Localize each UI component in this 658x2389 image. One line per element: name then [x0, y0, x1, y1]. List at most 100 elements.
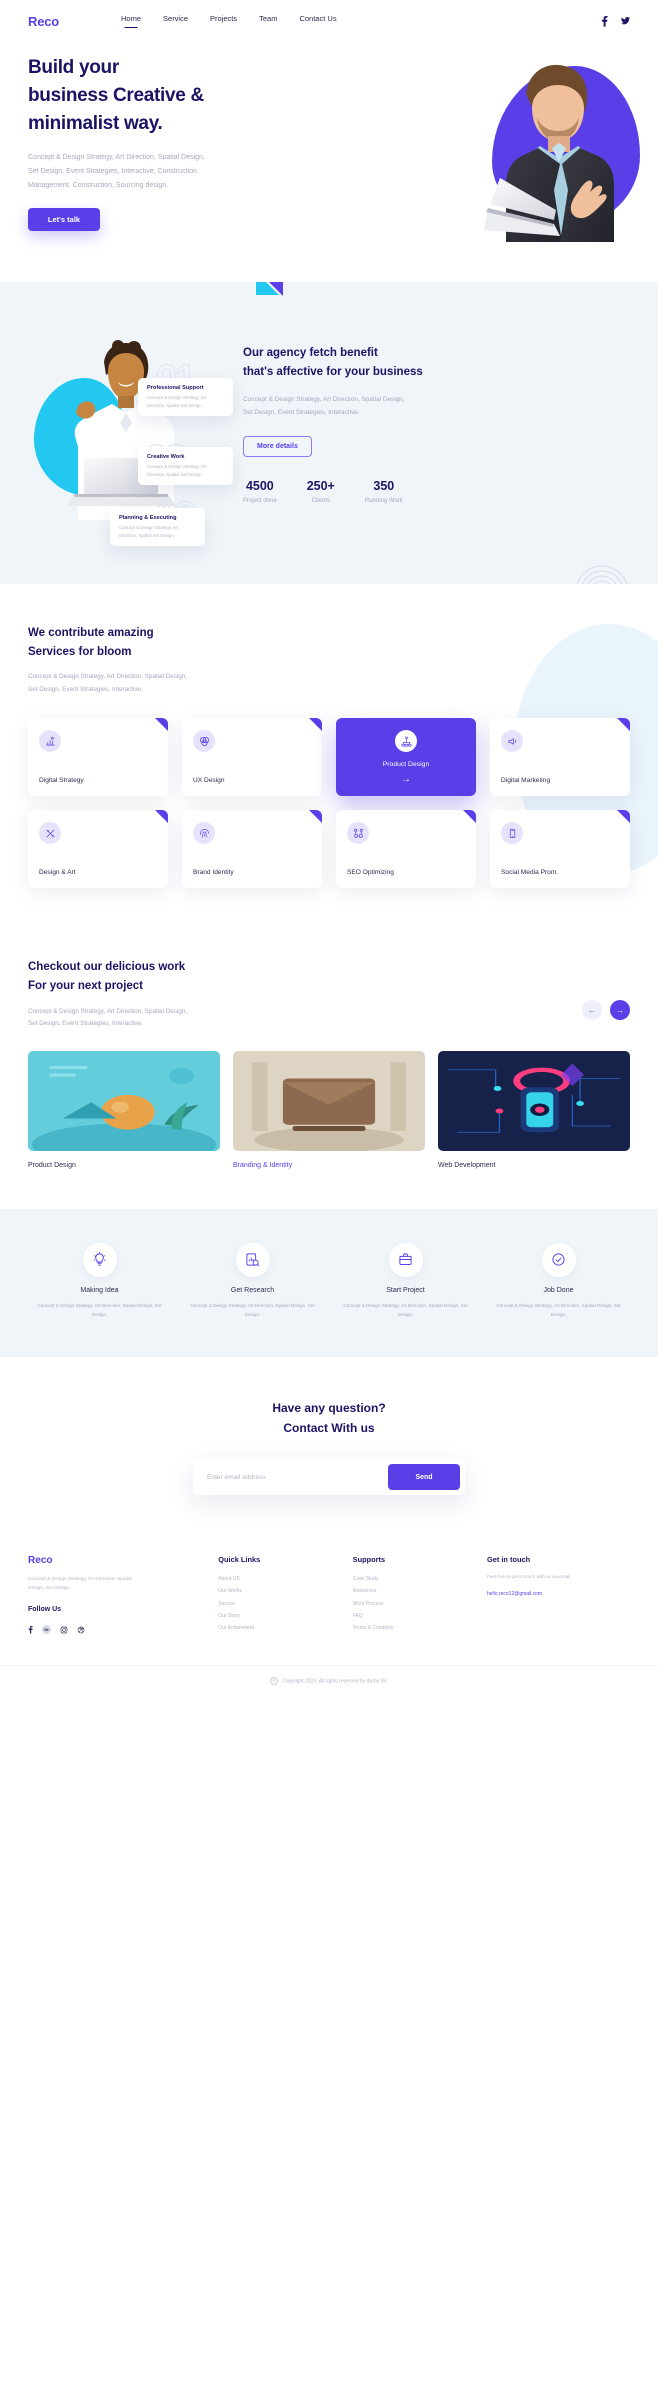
process-section: Making Idea Concept & Design Strategy, A…: [0, 1208, 658, 1358]
footer-link-service[interactable]: Service: [218, 1598, 342, 1610]
services-paragraph-line1: Concept & Design Strategy, Art Direction…: [28, 673, 188, 681]
floating-card-creative-work: Creative Work Concept & Design Strategy,…: [138, 447, 233, 486]
nav-link-contact-us[interactable]: Contact Us: [299, 14, 336, 28]
carousel-prev-button[interactable]: ←: [582, 1000, 602, 1021]
email-input[interactable]: [193, 1459, 388, 1496]
brand-logo[interactable]: Reco: [28, 14, 59, 29]
service-card-arrow-icon[interactable]: →: [347, 774, 465, 785]
lets-talk-button[interactable]: Let's talk: [28, 208, 100, 232]
facebook-icon[interactable]: [601, 15, 608, 27]
footer-column-heading: Quick Links: [218, 1555, 261, 1565]
service-card-brand-identity[interactable]: Brand Identity: [182, 810, 322, 889]
hero-title-line3: minimalist way.: [28, 113, 163, 135]
process-step-text: Concept & Design Strategy, Art Direction…: [190, 1302, 315, 1317]
hero-paragraph-line1: Concept & Design Strategy, Art Direction…: [28, 154, 205, 162]
carousel-next-button[interactable]: →: [610, 1000, 630, 1021]
agency-title-line2: that's affective for your business: [243, 365, 423, 378]
portfolio-item-web-development[interactable]: Web Development: [438, 1050, 630, 1169]
venn-circles-icon: [193, 730, 215, 753]
services-title-line2: Services for bloom: [28, 645, 132, 658]
process-step-making-idea: Making Idea Concept & Design Strategy, A…: [28, 1242, 171, 1319]
portfolio-title-line1: Checkout our delicious work: [28, 961, 186, 974]
process-step-title: Start Project: [386, 1286, 425, 1294]
footer-link-our-works[interactable]: Our Works: [218, 1585, 342, 1597]
nav-social-links: [601, 15, 630, 27]
copyright-bar: © Copyright 2020. All rights reserved by …: [0, 1664, 658, 1699]
service-card-product-design[interactable]: Product Design →: [336, 718, 476, 797]
service-card-digital-marketing[interactable]: Digital Marketing: [490, 718, 630, 797]
lightbulb-icon: [82, 1242, 117, 1277]
footer-quick-links-column: Quick Links About US Our Works Service O…: [218, 1555, 342, 1639]
report-search-icon: [235, 1242, 270, 1277]
footer-email-link[interactable]: hello.reco12@gmail.com: [487, 1591, 630, 1597]
service-card-label: Design & Art: [39, 869, 76, 877]
service-card-seo-optimizing[interactable]: SEO Optimizing: [336, 810, 476, 889]
nav-link-home[interactable]: Home: [121, 14, 141, 28]
services-paragraph: Concept & Design Strategy, Art Direction…: [28, 671, 630, 696]
more-details-button[interactable]: More details: [243, 435, 312, 457]
footer-link-our-achievment[interactable]: Our Achievment: [218, 1622, 342, 1634]
floating-card-text: Concept & Design Strategy, Art Direction…: [147, 395, 207, 408]
footer-link-resources[interactable]: Resources: [353, 1585, 477, 1597]
stat-label: Project done: [243, 497, 277, 504]
behance-icon[interactable]: Bē: [42, 1621, 51, 1639]
briefcase-icon: [388, 1242, 423, 1277]
service-card-social-media-promotion[interactable]: Social Media Prom.: [490, 810, 630, 889]
portfolio-item-title: Branding & Identity: [233, 1161, 293, 1169]
dribbble-icon[interactable]: [77, 1621, 85, 1639]
footer-logo[interactable]: Reco: [28, 1555, 208, 1566]
footer-touch-text: Feel free to get in touch with us via em…: [487, 1574, 571, 1580]
footer-link-work-process[interactable]: Work Process: [353, 1598, 477, 1610]
process-step-job-done: Job Done Concept & Design Strategy, Art …: [487, 1242, 630, 1319]
diamond-logo-icon: [256, 282, 283, 296]
corner-accent: [617, 810, 630, 824]
service-card-label: Brand Identity: [193, 869, 234, 877]
corner-accent: [309, 718, 322, 732]
portfolio-item-title: Web Development: [438, 1161, 496, 1169]
nav-link-service[interactable]: Service: [163, 14, 188, 28]
stat-running-work: 350 Running Work: [365, 479, 403, 504]
check-circle-icon: [541, 1242, 576, 1277]
service-card-design-art[interactable]: Design & Art: [28, 810, 168, 889]
services-title: We contribute amazing Services for bloom: [28, 624, 630, 661]
arc-decoration: [576, 565, 628, 584]
contact-section: Have any question? Contact With us Send: [0, 1357, 658, 1534]
corner-accent: [155, 718, 168, 732]
nav-link-team[interactable]: Team: [259, 14, 277, 28]
process-step-text: Concept & Design Strategy, Art Direction…: [37, 1302, 162, 1317]
instagram-icon[interactable]: [60, 1621, 68, 1639]
footer-brand-column: Reco Concept & Design Strategy, Art Dire…: [28, 1555, 208, 1639]
services-grid: Digital Strategy UX Design Product Desig…: [28, 718, 630, 889]
portfolio-carousel-nav: ← →: [582, 958, 630, 1021]
portfolio-item-branding-identity[interactable]: Branding & Identity: [233, 1050, 425, 1169]
floating-card-title: Planning & Executing: [119, 515, 177, 521]
footer-column-heading: Get in touch: [487, 1555, 531, 1565]
footer-get-in-touch-column: Get in touch Feel free to get in touch w…: [487, 1555, 630, 1639]
portfolio-title: Checkout our delicious work For your nex…: [28, 958, 187, 995]
corner-accent: [463, 810, 476, 824]
portfolio-item-title: Product Design: [28, 1161, 76, 1169]
footer-link-our-story[interactable]: Our Story: [218, 1610, 342, 1622]
footer-link-case-study[interactable]: Case Study: [353, 1573, 477, 1585]
facebook-icon[interactable]: [28, 1621, 33, 1639]
services-title-line1: We contribute amazing: [28, 627, 154, 639]
service-card-digital-strategy[interactable]: Digital Strategy: [28, 718, 168, 797]
floating-card-planning-executing: Planning & Executing Concept & Design St…: [110, 508, 205, 547]
pencil-ruler-icon: [39, 822, 61, 845]
process-step-title: Job Done: [543, 1286, 574, 1294]
portfolio-item-product-design[interactable]: Product Design: [28, 1050, 220, 1169]
contact-title-line2: Contact With us: [283, 1421, 375, 1436]
footer-link-about-us[interactable]: About US: [218, 1573, 342, 1585]
footer-link-faq[interactable]: FAQ: [353, 1610, 477, 1622]
send-button[interactable]: Send: [388, 1464, 460, 1491]
twitter-icon[interactable]: [621, 15, 630, 27]
service-card-ux-design[interactable]: UX Design: [182, 718, 322, 797]
nav-link-projects[interactable]: Projects: [210, 14, 237, 28]
copyright-icon: ©: [270, 1676, 279, 1685]
corner-accent: [617, 718, 630, 732]
footer-link-terms-condition[interactable]: Terms & Condition: [353, 1622, 477, 1634]
process-step-title: Making Idea: [80, 1286, 119, 1294]
top-navbar: Reco Home Service Projects Team Contact …: [0, 0, 658, 42]
portfolio-heading-block: Checkout our delicious work For your nex…: [28, 958, 187, 1030]
portfolio-header: Checkout our delicious work For your nex…: [28, 958, 630, 1030]
